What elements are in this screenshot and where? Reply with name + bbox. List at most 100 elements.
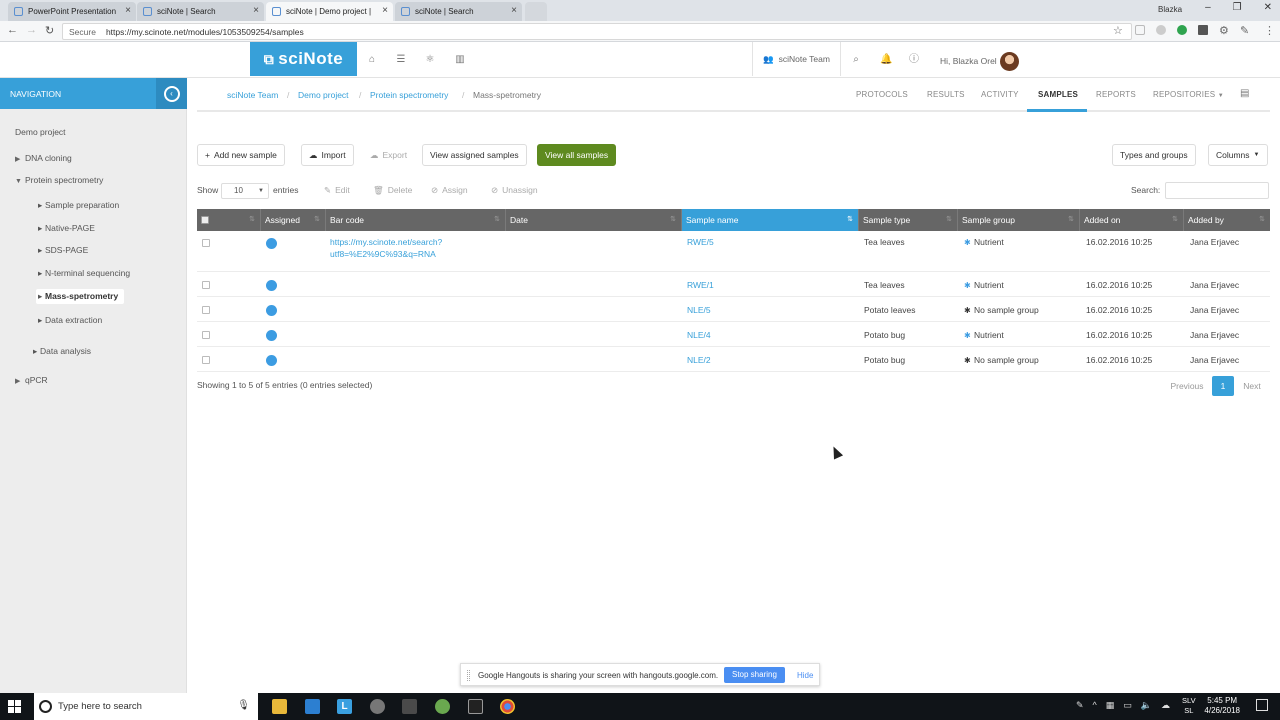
forward-icon[interactable]: → bbox=[26, 24, 37, 36]
network-icon[interactable]: ▦ bbox=[1106, 700, 1115, 711]
assign-button[interactable]: ⊘ Assign bbox=[423, 180, 476, 200]
sample-name-link[interactable]: RWE/5 bbox=[687, 237, 714, 247]
repositories-icon[interactable]: ⚛ bbox=[425, 55, 435, 65]
sidebar-item-protein-spectrometry[interactable]: ▼ Protein spectrometry bbox=[15, 175, 103, 185]
delete-button[interactable]: 🗑 Delete bbox=[365, 180, 421, 200]
taskbar-search-input[interactable]: Type here to search 🎙 bbox=[34, 693, 258, 720]
select-all-checkbox[interactable] bbox=[201, 216, 209, 224]
action-center-icon[interactable] bbox=[1256, 699, 1268, 711]
sidebar-item-mass-spetrometry[interactable]: ▸ Mass-spetrometry bbox=[36, 289, 125, 304]
reload-icon[interactable]: ↻ bbox=[45, 24, 54, 37]
info-icon[interactable]: ⓘ bbox=[909, 55, 919, 65]
sidebar-item-data-analysis[interactable]: ▸ Data analysis bbox=[33, 346, 91, 357]
back-icon[interactable]: ← bbox=[7, 24, 18, 36]
pagination-page-1[interactable]: 1 bbox=[1212, 376, 1234, 396]
breadcrumb-project[interactable]: Demo project bbox=[298, 90, 349, 100]
maximize-icon[interactable]: ❐ bbox=[1233, 2, 1242, 13]
tab-samples[interactable]: SAMPLES bbox=[1038, 90, 1078, 99]
row-checkbox[interactable] bbox=[202, 331, 210, 339]
pen-icon[interactable]: ✎ bbox=[1076, 700, 1084, 711]
breadcrumb-experiment[interactable]: Protein spectrometry bbox=[370, 90, 448, 100]
import-button[interactable]: ☁ Import bbox=[301, 144, 354, 166]
sidebar-item-project[interactable]: Demo project bbox=[15, 127, 66, 137]
protocols-icon[interactable]: ☰ bbox=[396, 55, 406, 65]
sort-icon[interactable]: ⇅ bbox=[1259, 215, 1265, 223]
volume-icon[interactable]: 🔈 bbox=[1141, 700, 1152, 711]
extension-icon[interactable] bbox=[1156, 25, 1166, 35]
column-header-date[interactable]: Date ⇅ bbox=[506, 209, 682, 231]
caret-right-icon[interactable]: ▶ bbox=[15, 155, 25, 163]
extension-icon[interactable]: ✎ bbox=[1240, 24, 1249, 37]
column-header-sample-type[interactable]: Sample type ⇅ bbox=[859, 209, 958, 231]
cloud-icon[interactable]: ☁ bbox=[1161, 700, 1170, 711]
close-icon[interactable]: × bbox=[382, 5, 388, 16]
hide-banner-link[interactable]: Hide bbox=[797, 671, 813, 680]
reports-icon[interactable]: ▥ bbox=[455, 55, 465, 65]
avatar[interactable] bbox=[1000, 52, 1019, 71]
grammarly-icon[interactable] bbox=[1177, 25, 1187, 35]
column-header-added-by[interactable]: Added by ⇅ bbox=[1184, 209, 1270, 231]
search-input[interactable] bbox=[1165, 182, 1269, 199]
settings-gear-icon[interactable]: ⚙ bbox=[1219, 24, 1229, 37]
new-tab-button[interactable] bbox=[525, 2, 547, 21]
tab-repositories[interactable]: REPOSITORIES ▼ bbox=[1153, 90, 1224, 99]
sample-name-link[interactable]: NLE/4 bbox=[687, 330, 711, 340]
table-row[interactable]: NLE/4 Potato bug ✱ Nutrient 16.02.2016 10… bbox=[197, 322, 1270, 347]
column-header-assigned[interactable]: Assigned ⇅ bbox=[261, 209, 326, 231]
sidebar-item-dna-cloning[interactable]: ▶ DNA cloning bbox=[15, 153, 72, 163]
file-explorer-icon[interactable] bbox=[272, 699, 287, 714]
lync-app-icon[interactable]: L bbox=[337, 699, 352, 714]
tab-results[interactable]: RESULTS bbox=[927, 90, 965, 99]
sidebar-item-qpcr[interactable]: ▶ qPCR bbox=[15, 375, 48, 385]
column-header-added-on[interactable]: Added on ⇅ bbox=[1080, 209, 1184, 231]
table-row[interactable]: NLE/5 Potato leaves ✱ No sample group 16.… bbox=[197, 297, 1270, 322]
breadcrumb-team[interactable]: sciNote Team bbox=[227, 90, 278, 100]
bookmark-star-icon[interactable]: ☆ bbox=[1113, 24, 1123, 37]
select-all-header[interactable]: ⇅ bbox=[197, 209, 261, 231]
language-indicator[interactable]: SLV SL bbox=[1182, 696, 1196, 716]
notifications-bell-icon[interactable]: 🔔 bbox=[880, 55, 892, 65]
sort-ascending-icon[interactable]: ⇅ bbox=[847, 215, 853, 223]
view-all-samples-button[interactable]: View all samples bbox=[537, 144, 617, 166]
app-icon[interactable] bbox=[468, 699, 483, 714]
sample-name-link[interactable]: RWE/1 bbox=[687, 280, 714, 290]
user-greeting[interactable]: Hi, Blazka Orel bbox=[940, 56, 997, 66]
add-new-sample-button[interactable]: + Add new sample bbox=[197, 144, 285, 166]
sidebar-item-native-page[interactable]: ▸ Native-PAGE bbox=[38, 223, 95, 234]
barcode-link[interactable]: utf8=%E2%9C%93&q=RNA bbox=[330, 249, 436, 259]
columns-dropdown[interactable]: Columns ▼ bbox=[1208, 144, 1268, 166]
stop-sharing-button[interactable]: Stop sharing bbox=[724, 667, 785, 683]
extension-icon[interactable] bbox=[1198, 25, 1208, 35]
table-row[interactable]: RWE/1 Tea leaves ✱ Nutrient 16.02.2016 10… bbox=[197, 272, 1270, 297]
clock[interactable]: 5:45 PM 4/26/2018 bbox=[1204, 696, 1240, 716]
sample-name-link[interactable]: NLE/5 bbox=[687, 305, 711, 315]
browser-tab-active[interactable]: sciNote | Demo project | × bbox=[266, 2, 393, 21]
sort-icon[interactable]: ⇅ bbox=[670, 215, 676, 223]
minimize-icon[interactable]: – bbox=[1205, 2, 1211, 13]
unassign-button[interactable]: ⊘ Unassign bbox=[483, 180, 546, 200]
table-row[interactable]: https://my.scinote.net/search? utf8=%E2%… bbox=[197, 231, 1270, 272]
scinote-logo[interactable]: ⧉ sciNote bbox=[250, 42, 357, 76]
table-row[interactable]: NLE/2 Potato bug ✱ No sample group 16.02.… bbox=[197, 347, 1270, 372]
url-input[interactable]: Secure https://my.scinote.net/modules/10… bbox=[62, 23, 1132, 40]
sidebar-item-n-terminal-sequencing[interactable]: ▸ N-terminal sequencing bbox=[38, 268, 130, 279]
entries-per-page-select[interactable]: 10 ▼ bbox=[221, 183, 269, 199]
sort-icon[interactable]: ⇅ bbox=[249, 215, 255, 223]
browser-tab[interactable]: sciNote | Search × bbox=[137, 2, 264, 21]
column-header-sample-name[interactable]: Sample name ⇅ bbox=[682, 209, 859, 231]
sort-icon[interactable]: ⇅ bbox=[494, 215, 500, 223]
menu-dots-icon[interactable]: ⋮ bbox=[1264, 24, 1275, 37]
drag-handle-icon[interactable] bbox=[467, 670, 470, 681]
tab-protocols[interactable]: PROTOCOLS bbox=[856, 90, 908, 99]
sort-icon[interactable]: ⇅ bbox=[314, 215, 320, 223]
team-switcher[interactable]: 👥 sciNote Team bbox=[752, 42, 841, 76]
caret-right-icon[interactable]: ▶ bbox=[15, 377, 25, 385]
profile-name[interactable]: Blazka bbox=[1158, 5, 1182, 14]
column-header-bar-code[interactable]: Bar code ⇅ bbox=[326, 209, 506, 231]
column-header-sample-group[interactable]: Sample group ⇅ bbox=[958, 209, 1080, 231]
view-assigned-samples-button[interactable]: View assigned samples bbox=[422, 144, 527, 166]
browser-tab[interactable]: PowerPoint Presentation × bbox=[8, 2, 136, 21]
close-window-icon[interactable]: ✕ bbox=[1264, 2, 1272, 13]
home-icon[interactable]: ⌂ bbox=[367, 55, 377, 65]
close-icon[interactable]: × bbox=[253, 5, 259, 16]
